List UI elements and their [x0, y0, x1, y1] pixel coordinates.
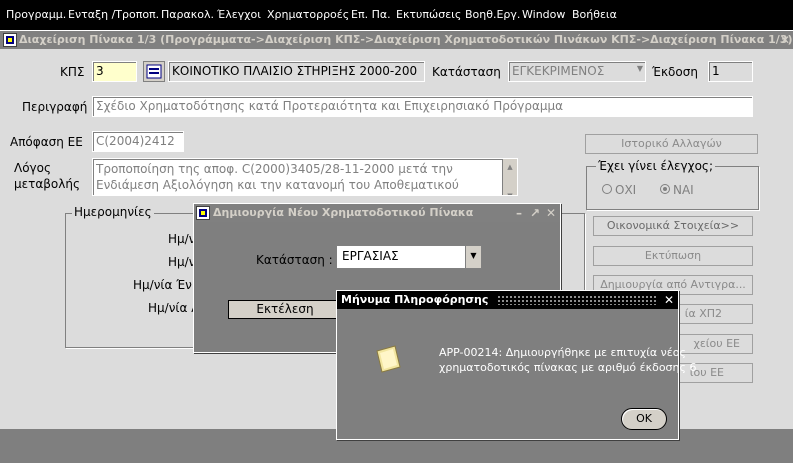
create-status-value: ΕΡΓΑΣΙΑΣ [342, 249, 399, 263]
kps-name-field: ΚΟΙΝΟΤΙΚΟ ΠΛΑΙΣΙΟ ΣΤΗΡΙΞΗΣ 2000-200 [168, 61, 425, 82]
reason-line-2: Ενδιάμεση Αξιολόγηση και την κατανομή το… [96, 178, 459, 192]
decision-field[interactable]: C(2004)2412 [92, 131, 184, 152]
execute-button[interactable]: Εκτέλεση [228, 300, 342, 319]
status-label: Κατάσταση [432, 65, 501, 79]
version-label: Έκδοση [652, 65, 698, 79]
scrollbar[interactable]: ▲ ▼ [502, 159, 517, 195]
kps-code-field[interactable]: 3 [92, 61, 137, 82]
close-icon[interactable]: ✕ [662, 293, 676, 307]
chevron-down-icon: ▼ [636, 64, 643, 73]
create-dialog-title: Δημιουργία Νέου Χρηματοδοτικού Πίνακα [213, 206, 474, 219]
close-icon[interactable]: ✕ [778, 33, 792, 47]
maximize-icon[interactable]: ↗ [528, 206, 542, 220]
date-label-2: Ημ/ν [168, 255, 196, 269]
scroll-up-icon[interactable]: ▲ [503, 159, 517, 175]
checked-group-label: Έχει γίνει έλεγχος; [596, 159, 716, 173]
date-label-1: Ημ/ν [168, 232, 196, 246]
main-window-title: Διαχείριση Πίνακα 1/3 (Προγράμματα->Διαχ… [19, 33, 793, 46]
radio-yes[interactable] [660, 184, 670, 194]
create-status-label: Κατάσταση : [256, 253, 333, 267]
chevron-down-icon[interactable]: ▼ [465, 246, 481, 268]
note-icon [373, 343, 403, 375]
create-dialog-titlebar: Δημιουργία Νέου Χρηματοδοτικού Πίνακα – … [194, 204, 560, 222]
status-value: ΕΓΚΕΚΡΙΜΕΝΟΣ [512, 64, 605, 78]
info-message-dialog: Μήνυμα Πληροφόρησης ✕ APP-00214: Δημιουρ… [336, 290, 696, 440]
kps-label: ΚΠΣ [60, 65, 85, 79]
description-label: Περιγραφή [22, 100, 88, 114]
reason-label-2: μεταβολής [14, 177, 81, 191]
radio-no-label: ΟΧΙ [615, 183, 637, 197]
menu-help[interactable]: Βοήθεια [572, 8, 617, 21]
reason-label-1: Λόγος [14, 161, 52, 175]
history-button[interactable]: Ιστορικό Αλλαγών [585, 134, 758, 154]
print-button[interactable]: Εκτύπωση [593, 246, 753, 266]
titlebar-pattern [497, 295, 657, 305]
menu-bar: Προγραμμ. Ενταξη /Τροποπ. Παρακολ. Έλεγχ… [0, 0, 793, 30]
message-line-1: APP-00214: Δημιουργήθηκε με επιτυχία νέο… [439, 346, 686, 359]
message-titlebar: Μήνυμα Πληροφόρησης ✕ [337, 291, 678, 309]
menu-monitoring[interactable]: Παρακολ. [161, 8, 214, 21]
dates-group-label: Ημερομηνίες [72, 205, 154, 219]
menu-help-tasks[interactable]: Βοηθ.Εργ. [465, 8, 520, 21]
menu-ep-pa[interactable]: Επ. Πα. [351, 8, 391, 21]
financial-data-button[interactable]: Οικονομικά Στοιχεία>> [593, 216, 753, 236]
menu-inclusion[interactable]: Ενταξη /Τροποπ. [68, 8, 159, 21]
description-field[interactable]: Σχέδιο Χρηματοδότησης κατά Προτεραιότητα… [92, 96, 753, 117]
menu-checks[interactable]: Έλεγχοι [217, 8, 261, 21]
create-status-select[interactable]: ΕΡΓΑΣΙΑΣ ▼ [336, 245, 482, 269]
menu-prints[interactable]: Εκτυπώσεις [396, 8, 461, 21]
version-field: 1 [708, 61, 753, 82]
radio-yes-label: ΝΑΙ [673, 183, 694, 197]
reason-line-1: Τροποποίηση της αποφ. C(2000)3405/28-11-… [96, 162, 453, 176]
message-line-2: χρηματοδοτικός πίνακας με αριθμό έκδοσης… [439, 361, 697, 374]
list-lookup-icon[interactable] [143, 61, 165, 82]
close-icon[interactable]: ✕ [544, 206, 558, 220]
app-window-icon [3, 33, 17, 47]
message-title: Μήνυμα Πληροφόρησης [341, 293, 489, 306]
app-window-icon [196, 206, 210, 220]
menu-cashflows[interactable]: Χρηματορροές [267, 8, 349, 21]
scroll-down-icon[interactable]: ▼ [503, 188, 517, 195]
status-select[interactable]: ΕΓΚΕΚΡΙΜΕΝΟΣ ▼ [508, 61, 646, 82]
radio-no[interactable] [602, 184, 612, 194]
reason-textarea[interactable]: Τροποποίηση της αποφ. C(2000)3405/28-11-… [92, 158, 518, 196]
message-text: APP-00214: Δημιουργήθηκε με επιτυχία νέο… [439, 345, 696, 375]
date-label-4: Ημ/νία Α [148, 301, 200, 315]
ok-button[interactable]: OK [621, 408, 667, 430]
date-label-3: Ημ/νία Έν [133, 278, 192, 292]
minimize-icon[interactable]: – [512, 206, 526, 220]
main-window-titlebar: Διαχείριση Πίνακα 1/3 (Προγράμματα->Διαχ… [0, 31, 793, 49]
menu-window[interactable]: Window [522, 8, 565, 21]
menu-programs[interactable]: Προγραμμ. [6, 8, 66, 21]
decision-label: Απόφαση ΕΕ [10, 135, 83, 149]
